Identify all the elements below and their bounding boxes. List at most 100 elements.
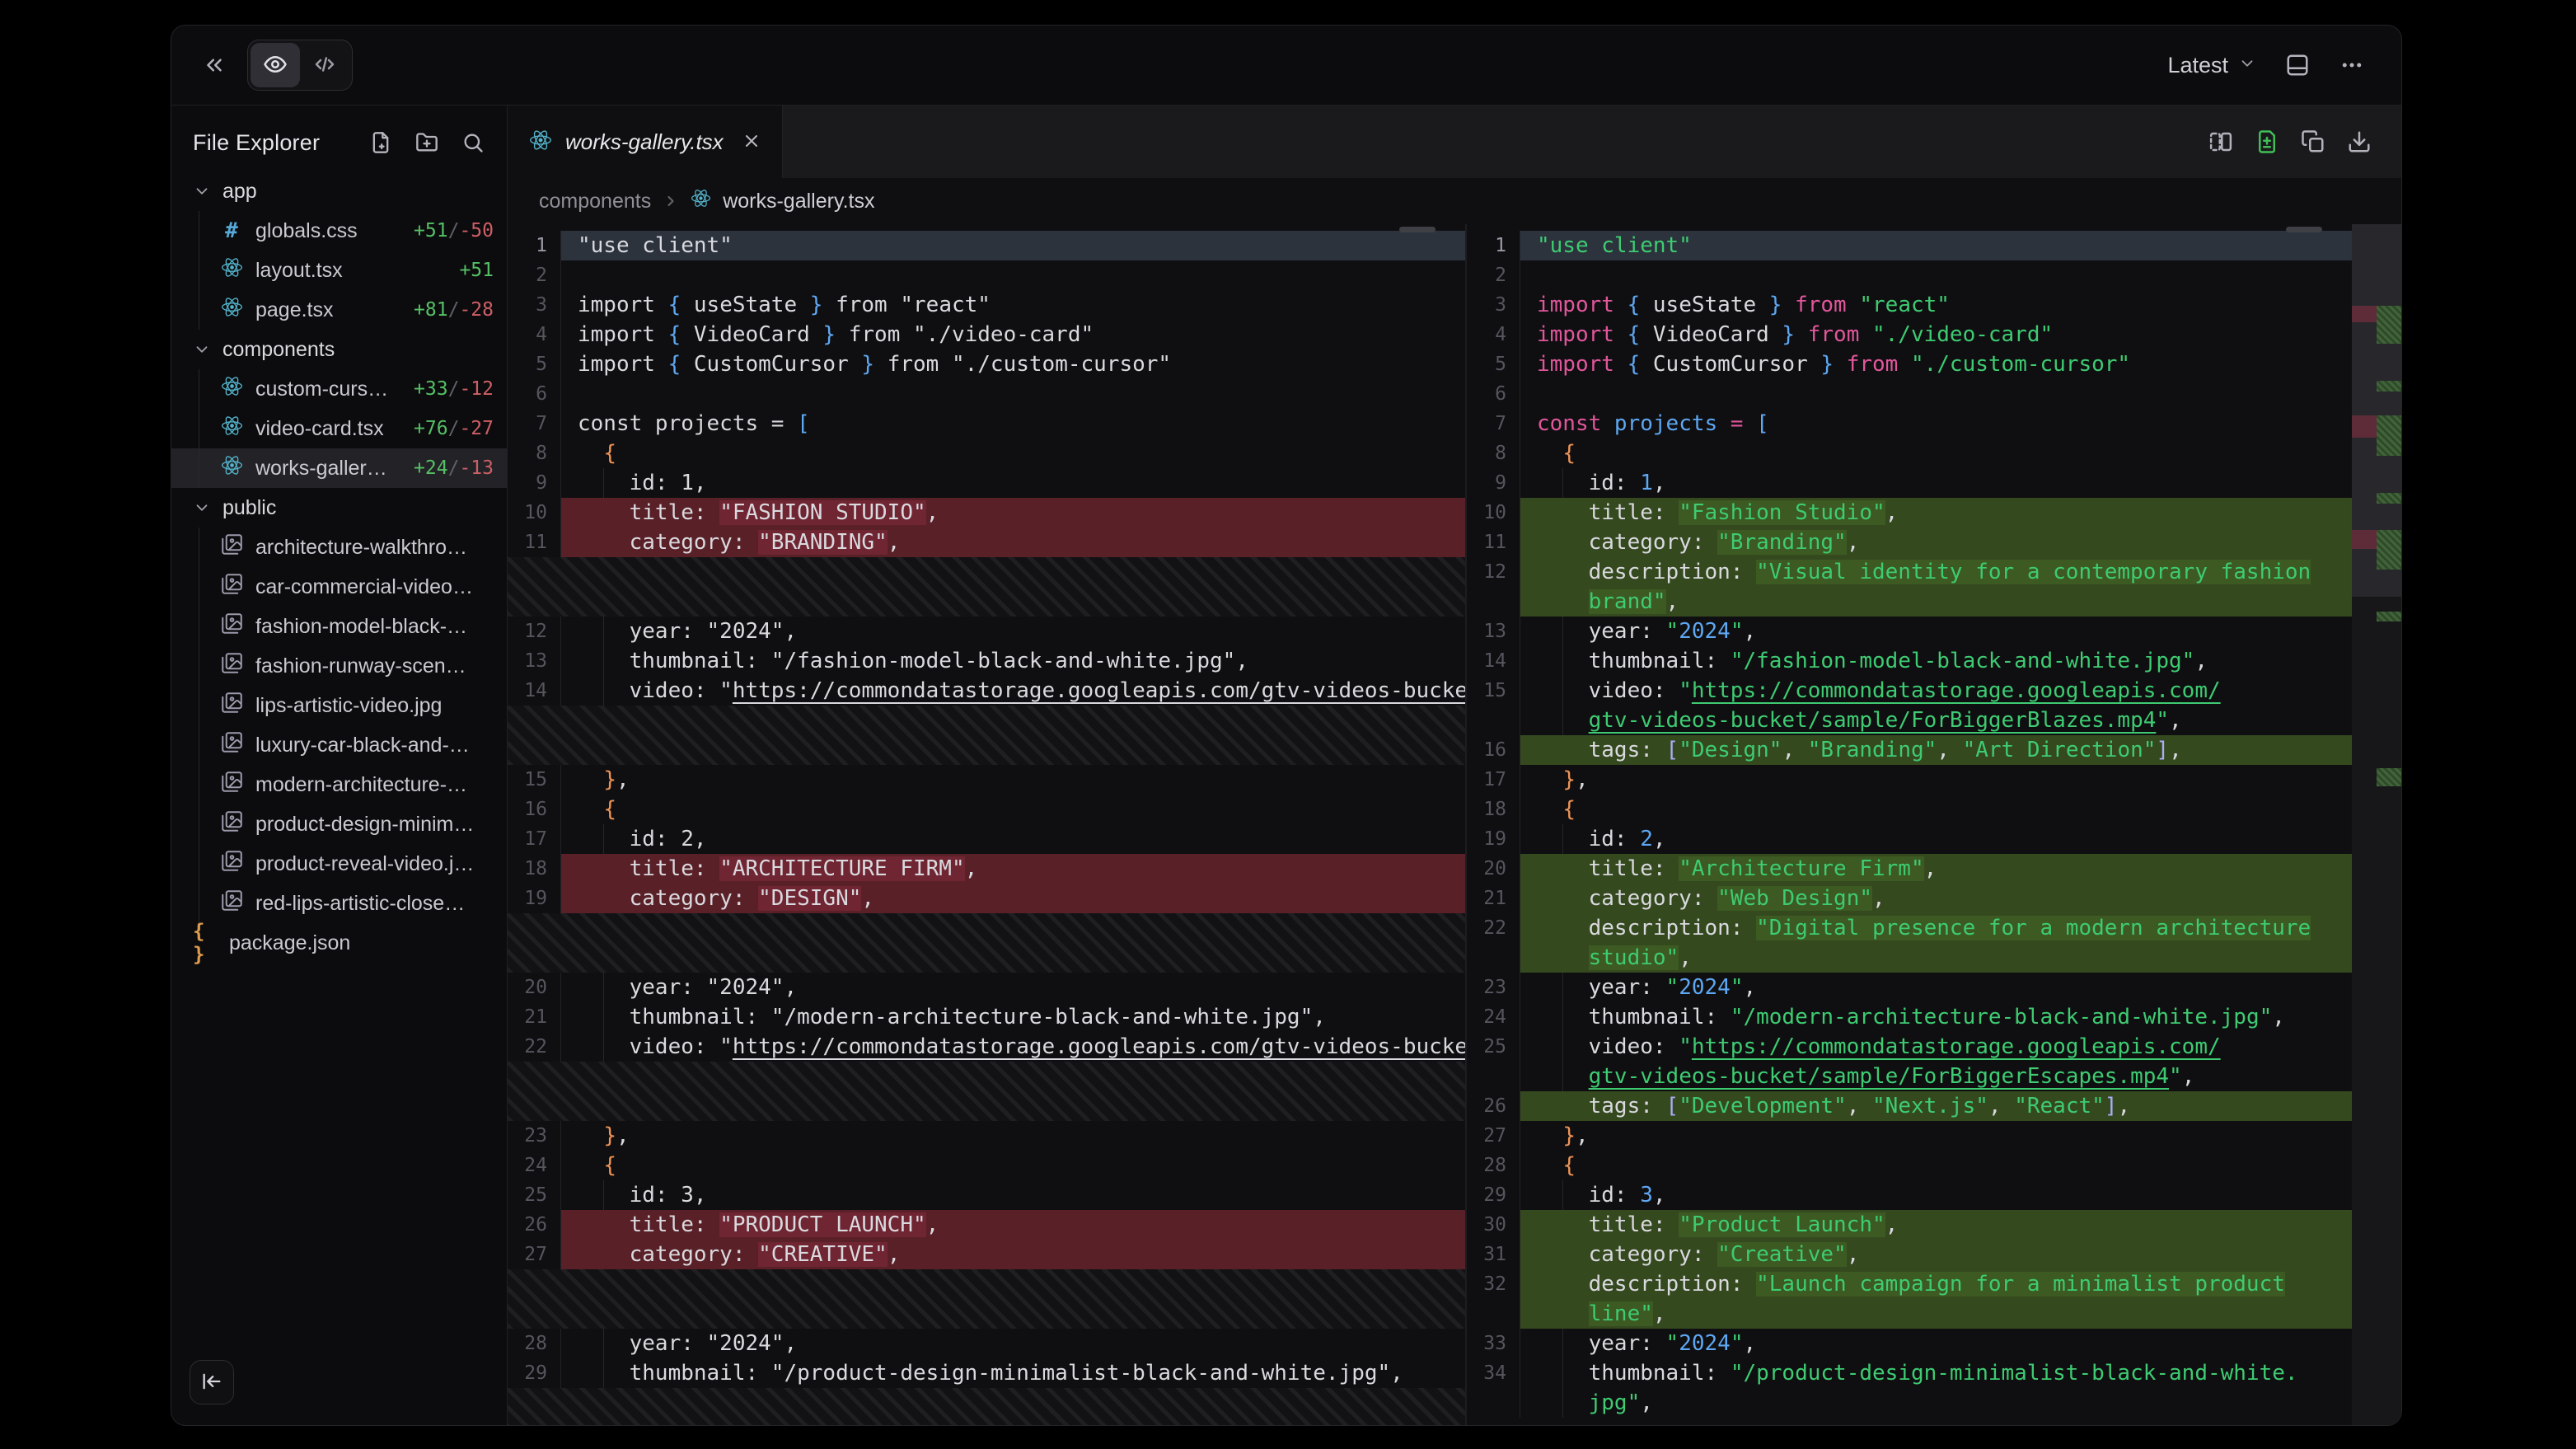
file-label: red-lips-artistic-close… xyxy=(255,892,465,916)
close-tab-button[interactable] xyxy=(738,128,765,157)
line-number: 25 xyxy=(508,1180,560,1210)
panel-layout-button[interactable] xyxy=(2276,44,2319,87)
line-number: 6 xyxy=(1467,379,1520,409)
code-row: 4import { VideoCard } from "./video-card… xyxy=(1467,320,2401,349)
tree-item-car-commercial-video-[interactable]: car-commercial-video… xyxy=(171,567,507,607)
diff-pane-modified[interactable]: 1"use client"23import { useState } from … xyxy=(1467,224,2401,1426)
line-number xyxy=(1467,706,1520,735)
code-row: 21 category: "Web Design", xyxy=(1467,884,2401,913)
chevron-down-icon xyxy=(193,182,211,200)
ruler-deletion-mark xyxy=(2352,306,2377,322)
line-number: 10 xyxy=(508,498,560,528)
tree-item-package.json[interactable]: { }package.json xyxy=(171,923,507,963)
ruler-addition-mark xyxy=(2377,530,2401,570)
diff-alignment-gap xyxy=(508,1388,1465,1426)
code-row: 25 id: 3, xyxy=(508,1180,1465,1210)
code-row: 23 year: "2024", xyxy=(1467,973,2401,1002)
hash-icon: # xyxy=(219,218,244,243)
collapse-sidebar-button[interactable] xyxy=(193,44,236,87)
top-toolbar: Latest xyxy=(171,26,2401,106)
ruler-addition-mark xyxy=(2377,493,2401,504)
search-icon xyxy=(461,131,485,154)
diff-stat-badge: +24/-13 xyxy=(405,457,494,479)
file-explorer-title: File Explorer xyxy=(193,130,320,156)
version-label: Latest xyxy=(2167,53,2228,78)
tree-item-lips-artistic-video.jpg[interactable]: lips-artistic-video.jpg xyxy=(171,686,507,725)
diff-alignment-gap xyxy=(508,913,1465,973)
split-view-button[interactable] xyxy=(2202,123,2240,161)
tree-group-app[interactable]: app xyxy=(171,171,507,211)
diff-pane-original[interactable]: 1"use client"23import { useState } from … xyxy=(508,224,1465,1426)
file-label: architecture-walkthro… xyxy=(255,536,467,560)
search-files-button[interactable] xyxy=(459,129,487,157)
tree-item-product-design-minim-[interactable]: product-design-minim… xyxy=(171,804,507,844)
diff-view-button[interactable] xyxy=(2248,123,2286,161)
collapse-explorer-button[interactable] xyxy=(190,1360,234,1404)
braces-icon: { } xyxy=(193,920,218,966)
tree-item-works-galler-[interactable]: works-galler…+24/-13 xyxy=(171,448,507,488)
file-explorer-sidebar: File Explorer xyxy=(171,106,508,1426)
tree-group-components[interactable]: components xyxy=(171,330,507,369)
tree-item-architecture-walkthro-[interactable]: architecture-walkthro… xyxy=(171,528,507,567)
scrollbar-thumb[interactable] xyxy=(2286,227,2322,232)
line-number: 16 xyxy=(1467,735,1520,765)
image-icon xyxy=(219,533,244,561)
tree-item-video-card.tsx[interactable]: video-card.tsx+76/-27 xyxy=(171,409,507,448)
overview-ruler[interactable] xyxy=(2352,224,2401,1426)
code-row: 21 thumbnail: "/modern-architecture-blac… xyxy=(508,1002,1465,1032)
tree-item-layout.tsx[interactable]: layout.tsx+51 xyxy=(171,251,507,290)
file-label: globals.css xyxy=(255,219,358,243)
download-button[interactable] xyxy=(2340,123,2378,161)
line-number: 24 xyxy=(508,1151,560,1180)
tree-item-product-reveal-video.j-[interactable]: product-reveal-video.j… xyxy=(171,844,507,884)
code-row: 27 }, xyxy=(1467,1121,2401,1151)
code-row: 17 id: 2, xyxy=(508,824,1465,854)
line-number: 13 xyxy=(1467,617,1520,646)
new-folder-button[interactable] xyxy=(413,129,441,157)
code-row: 29 thumbnail: "/product-design-minimalis… xyxy=(508,1358,1465,1388)
line-number: 28 xyxy=(508,1329,560,1358)
line-number xyxy=(1467,1299,1520,1329)
copy-icon xyxy=(2301,129,2325,154)
code-toggle-button[interactable] xyxy=(300,43,349,87)
view-mode-toggle xyxy=(247,40,353,91)
code-row: 22 video: "https://commondatastorage.goo… xyxy=(508,1032,1465,1062)
code-row: 10 title: "FASHION STUDIO", xyxy=(508,498,1465,528)
tree-item-red-lips-artistic-close-[interactable]: red-lips-artistic-close… xyxy=(171,884,507,923)
image-icon xyxy=(219,850,244,878)
code-row: 27 category: "CREATIVE", xyxy=(508,1240,1465,1269)
file-label: luxury-car-black-and-… xyxy=(255,734,470,757)
ruler-deletion-mark xyxy=(2352,530,2377,549)
ruler-addition-mark xyxy=(2377,768,2401,786)
code-row: 20 year: "2024", xyxy=(508,973,1465,1002)
line-number: 34 xyxy=(1467,1358,1520,1388)
tree-item-globals.css[interactable]: #globals.css+51/-50 xyxy=(171,211,507,251)
copy-code-button[interactable] xyxy=(2294,123,2332,161)
new-file-button[interactable] xyxy=(367,129,395,157)
tab-works-gallery[interactable]: works-gallery.tsx xyxy=(508,106,783,178)
code-row: 20 title: "Architecture Firm", xyxy=(1467,854,2401,884)
tree-item-page.tsx[interactable]: page.tsx+81/-28 xyxy=(171,290,507,330)
tree-item-modern-architecture-[interactable]: modern-architecture-… xyxy=(171,765,507,804)
tree-item-custom-curs-[interactable]: custom-curs…+33/-12 xyxy=(171,369,507,409)
line-number: 30 xyxy=(1467,1210,1520,1240)
code-row: 24 { xyxy=(508,1151,1465,1180)
version-dropdown[interactable]: Latest xyxy=(2159,46,2265,85)
file-label: components xyxy=(222,338,335,362)
breadcrumb: components works-gallery.tsx xyxy=(508,178,2401,224)
preview-toggle-button[interactable] xyxy=(251,43,300,87)
tree-item-fashion-model-black-[interactable]: fashion-model-black-… xyxy=(171,607,507,646)
tree-item-luxury-car-black-and-[interactable]: luxury-car-black-and-… xyxy=(171,725,507,765)
line-number: 32 xyxy=(1467,1269,1520,1299)
chevrons-left-icon xyxy=(202,53,227,77)
more-options-button[interactable] xyxy=(2330,44,2373,87)
tree-item-fashion-runway-scen-[interactable]: fashion-runway-scen… xyxy=(171,646,507,686)
scrollbar-thumb[interactable] xyxy=(1399,227,1436,232)
breadcrumb-folder[interactable]: components xyxy=(539,190,651,213)
react-icon xyxy=(219,375,244,403)
line-number xyxy=(1467,943,1520,973)
line-number: 7 xyxy=(508,409,560,438)
react-icon xyxy=(219,415,244,443)
file-tree: app#globals.css+51/-50layout.tsx+51page.… xyxy=(171,171,507,963)
tree-group-public[interactable]: public xyxy=(171,488,507,528)
